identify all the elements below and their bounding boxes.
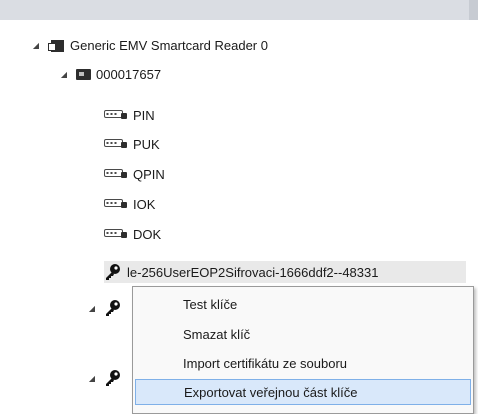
reader-label: Generic EMV Smartcard Reader 0 bbox=[70, 37, 268, 53]
menu-item-delete-key[interactable]: Smazat klíč bbox=[135, 321, 471, 347]
menu-item-label: Smazat klíč bbox=[183, 326, 251, 342]
smartcard-icon bbox=[76, 68, 91, 80]
tree-node-puk[interactable]: PUK bbox=[104, 133, 160, 155]
card-label: 000017657 bbox=[96, 66, 162, 82]
iok-label: IOK bbox=[133, 196, 156, 212]
pin-label: PIN bbox=[133, 107, 155, 123]
expand-triangle-icon[interactable]: ◢ bbox=[58, 68, 70, 80]
tree-node-qpin[interactable]: QPIN bbox=[104, 163, 165, 185]
pin-keypad-icon bbox=[104, 110, 128, 120]
tree-node-key-collapsed[interactable]: ◢ bbox=[86, 367, 122, 389]
tree-node-pin[interactable]: PIN bbox=[104, 104, 155, 126]
tree-node-key[interactable]: le-256UserEOP2Sifrovaci-1666ddf2--48331 bbox=[104, 261, 466, 283]
dok-label: DOK bbox=[133, 226, 162, 242]
tree-node-reader[interactable]: ◢ Generic EMV Smartcard Reader 0 bbox=[30, 34, 268, 56]
top-bar bbox=[0, 0, 478, 20]
qpin-label: QPIN bbox=[133, 166, 165, 182]
expand-triangle-icon[interactable]: ◢ bbox=[86, 302, 98, 314]
pin-keypad-icon bbox=[104, 139, 128, 149]
menu-item-import-certificate[interactable]: Import certifikátu ze souboru bbox=[135, 350, 471, 376]
menu-item-label: Import certifikátu ze souboru bbox=[183, 355, 348, 371]
tree-node-iok[interactable]: IOK bbox=[104, 193, 155, 215]
expand-triangle-icon[interactable]: ◢ bbox=[30, 39, 42, 51]
top-bar-accent bbox=[469, 0, 478, 20]
tree-node-key-collapsed[interactable]: ◢ bbox=[86, 297, 122, 319]
key-label: le-256UserEOP2Sifrovaci-1666ddf2--48331 bbox=[127, 264, 379, 280]
expand-triangle-icon[interactable]: ◢ bbox=[86, 372, 98, 384]
menu-item-label: Test klíče bbox=[183, 296, 238, 312]
tree-node-card[interactable]: ◢ 000017657 bbox=[58, 63, 161, 85]
context-menu: Test klíče Smazat klíč Import certifikát… bbox=[132, 286, 474, 414]
tree-node-dok[interactable]: DOK bbox=[104, 223, 161, 245]
menu-item-label: Exportovat veřejnou část klíče bbox=[184, 384, 358, 400]
pin-keypad-icon bbox=[104, 199, 128, 209]
key-icon bbox=[104, 263, 122, 281]
card-reader-icon bbox=[48, 38, 65, 53]
pin-keypad-icon bbox=[104, 169, 128, 179]
key-icon bbox=[104, 369, 122, 387]
puk-label: PUK bbox=[133, 136, 160, 152]
menu-item-test-key[interactable]: Test klíče bbox=[135, 291, 471, 317]
menu-item-export-public-key[interactable]: Exportovat veřejnou část klíče bbox=[135, 379, 471, 405]
key-icon bbox=[104, 299, 122, 317]
pin-keypad-icon bbox=[104, 229, 128, 239]
